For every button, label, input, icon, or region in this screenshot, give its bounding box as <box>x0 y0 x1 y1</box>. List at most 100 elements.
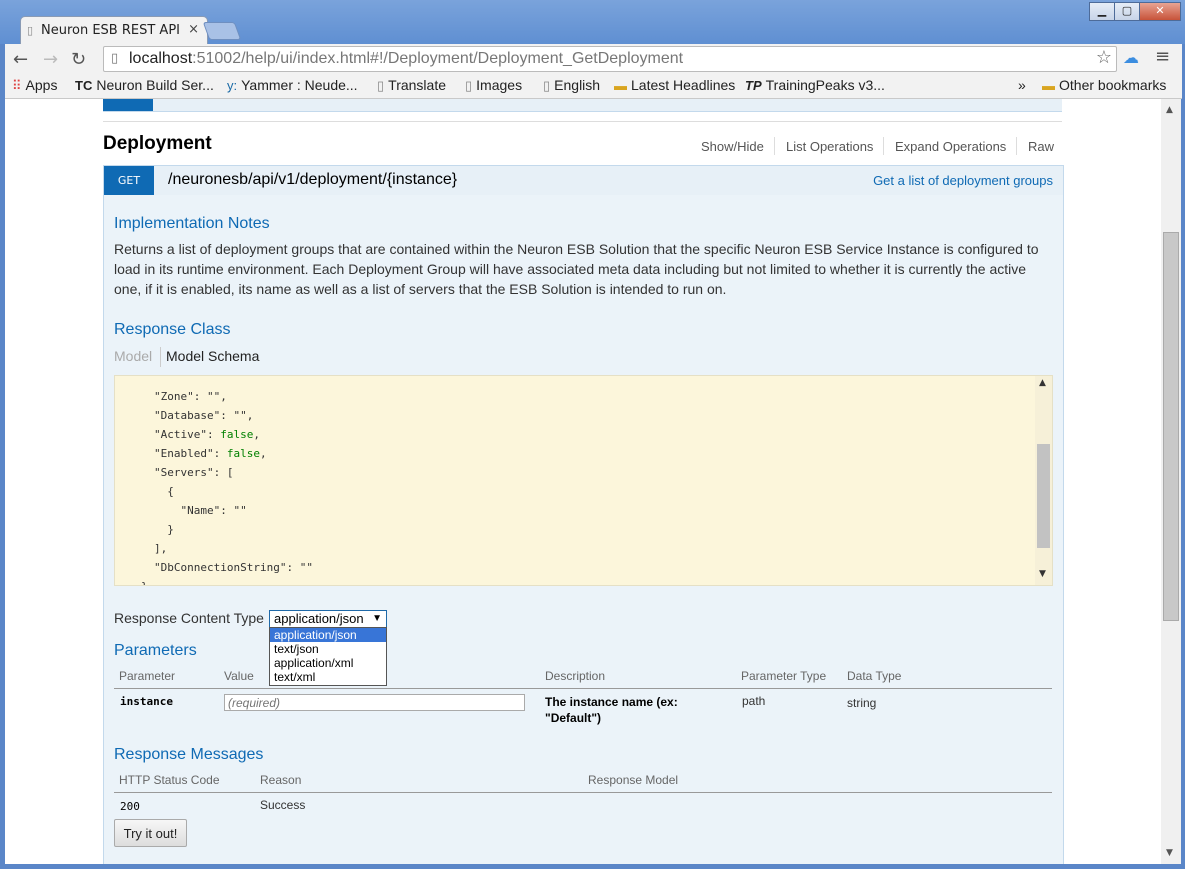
column-header-status-code: HTTP Status Code <box>119 773 220 787</box>
bookmarks-overflow-button[interactable]: » <box>1018 77 1026 93</box>
response-content-type-label: Response Content Type <box>114 610 264 626</box>
model-schema-code[interactable]: "Zone": "", "Database": "", "Active": fa… <box>114 375 1053 586</box>
scroll-down-icon[interactable]: ▼ <box>1039 569 1046 579</box>
previous-operation <box>103 99 1062 112</box>
table-divider <box>114 792 1052 793</box>
chevron-down-icon: ▼ <box>372 613 382 624</box>
menu-icon[interactable]: ≡ <box>1155 46 1170 67</box>
page-scroll-thumb[interactable] <box>1163 232 1179 621</box>
model-schema-tab[interactable]: Model Schema <box>166 348 259 364</box>
page-icon: ▯ <box>377 78 385 93</box>
column-header-value: Value <box>224 669 254 683</box>
bookmark-latest-headlines[interactable]: ▬ Latest Headlines <box>614 77 735 93</box>
instance-input[interactable] <box>224 694 525 711</box>
response-class-heading: Response Class <box>114 321 231 338</box>
option-application-xml[interactable]: application/xml <box>270 656 386 670</box>
previous-get-badge <box>103 99 153 111</box>
bookmark-neuron-build[interactable]: TC Neuron Build Ser... <box>75 77 214 93</box>
page-icon: ▯ <box>111 51 119 66</box>
option-text-json[interactable]: text/json <box>270 642 386 656</box>
column-header-response-model: Response Model <box>588 773 679 787</box>
schema-scroll-thumb[interactable] <box>1037 444 1050 548</box>
param-description: The instance name (ex: "Default") <box>545 695 678 725</box>
show-hide-link[interactable]: Show/Hide <box>701 139 764 154</box>
operation-header[interactable]: GET /neuronesb/api/v1/deployment/{instan… <box>103 165 1064 196</box>
scroll-down-icon[interactable]: ▼ <box>1166 848 1173 858</box>
status-code: 200 <box>120 800 140 813</box>
cloud-extension-icon[interactable]: ☁ <box>1123 48 1139 67</box>
browser-tab[interactable]: ▯ Neuron ESB REST API × <box>20 16 208 45</box>
list-operations-link[interactable]: List Operations <box>786 139 873 154</box>
section-title[interactable]: Deployment <box>103 133 212 155</box>
schema-line: "Database": "", <box>154 409 254 422</box>
http-method-badge: GET <box>104 166 154 195</box>
page-scrollbar[interactable]: ▲ ▼ <box>1161 99 1181 864</box>
apps-icon: ⠿ <box>12 78 22 93</box>
divider <box>103 121 1062 122</box>
schema-text: "Zone": "", "Database": "", "Active": fa… <box>135 376 313 585</box>
schema-scrollbar[interactable]: ▲ ▼ <box>1035 376 1052 585</box>
param-name: instance <box>120 695 173 708</box>
column-header-description: Description <box>545 669 606 683</box>
response-messages-heading: Response Messages <box>114 746 264 763</box>
browser-window: ▯ Neuron ESB REST API × ▁ ▢ ✕ ← → ↻ ▯ lo… <box>0 0 1185 869</box>
instance-field[interactable] <box>225 695 521 710</box>
bookmark-apps[interactable]: ⠿ Apps <box>12 77 57 94</box>
folder-icon: ▬ <box>614 78 627 93</box>
select-value: application/json <box>274 611 364 626</box>
schema-line: } <box>135 580 148 585</box>
minimize-button[interactable]: ▁ <box>1089 2 1115 21</box>
bookmark-english[interactable]: ▯ English <box>543 77 600 94</box>
column-header-data-type: Data Type <box>847 669 902 683</box>
content-type-dropdown: application/json text/json application/x… <box>269 627 387 686</box>
schema-line: { <box>154 485 174 498</box>
response-content-type-select[interactable]: application/json ▼ <box>269 610 387 628</box>
schema-line: } <box>154 523 174 536</box>
page-icon: ▯ <box>465 78 473 93</box>
param-type: path <box>742 694 766 708</box>
scroll-up-icon[interactable]: ▲ <box>1039 378 1046 388</box>
operation-path[interactable]: /neuronesb/api/v1/deployment/{instance} <box>168 171 457 189</box>
browser-toolbar: ← → ↻ ▯ localhost:51002/help/ui/index.ht… <box>5 44 1182 74</box>
title-bar: ▯ Neuron ESB REST API × ▁ ▢ ✕ <box>0 0 1185 45</box>
schema-line: "Active": false, <box>154 428 260 441</box>
bookmark-yammer[interactable]: y: Yammer : Neude... <box>227 77 358 93</box>
scroll-up-icon[interactable]: ▲ <box>1166 105 1173 115</box>
bookmarks-bar: ⠿ Apps TC Neuron Build Ser... y: Yammer : N… <box>5 74 1182 99</box>
star-icon[interactable]: ☆ <box>1096 47 1112 68</box>
bookmark-translate[interactable]: ▯ Translate <box>377 77 446 94</box>
column-header-parameter: Parameter <box>119 669 176 683</box>
raw-link[interactable]: Raw <box>1028 139 1054 154</box>
schema-line: ], <box>154 542 168 555</box>
close-window-button[interactable]: ✕ <box>1139 2 1181 21</box>
operation-summary[interactable]: Get a list of deployment groups <box>873 173 1053 188</box>
model-tab[interactable]: Model <box>114 348 152 364</box>
try-it-out-button[interactable]: Try it out! <box>114 819 187 847</box>
folder-icon: ▬ <box>1042 78 1055 93</box>
address-bar[interactable]: ▯ localhost:51002/help/ui/index.html#!/D… <box>103 46 1117 72</box>
new-tab-button[interactable] <box>202 22 242 40</box>
expand-operations-link[interactable]: Expand Operations <box>895 139 1006 154</box>
tab-title: Neuron ESB REST API <box>41 23 181 38</box>
bookmark-images[interactable]: ▯ Images <box>465 77 522 94</box>
option-application-json[interactable]: application/json <box>270 628 386 642</box>
schema-line: "Servers": [ <box>154 466 234 479</box>
close-tab-icon[interactable]: × <box>188 22 199 37</box>
reload-icon[interactable]: ↻ <box>71 49 86 70</box>
option-text-xml[interactable]: text/xml <box>270 670 386 684</box>
schema-line: "Enabled": false, <box>154 447 267 460</box>
separator <box>160 347 161 367</box>
forward-icon[interactable]: → <box>43 49 58 70</box>
schema-line: "Zone": "", <box>154 390 227 403</box>
bookmark-trainingpeaks[interactable]: TP TrainingPeaks v3... <box>745 77 885 93</box>
page-viewport: Deployment Show/Hide List Operations Exp… <box>5 99 1161 864</box>
page-icon: ▯ <box>27 24 34 37</box>
table-divider <box>114 688 1052 689</box>
back-icon[interactable]: ← <box>13 49 28 70</box>
page-icon: ▯ <box>543 78 551 93</box>
other-bookmarks[interactable]: ▬ Other bookmarks <box>1042 77 1166 93</box>
schema-line: "Name": "" <box>154 504 247 517</box>
implementation-notes-text: Returns a list of deployment groups that… <box>114 241 1039 297</box>
parameters-heading: Parameters <box>114 642 197 659</box>
maximize-button[interactable]: ▢ <box>1114 2 1140 21</box>
